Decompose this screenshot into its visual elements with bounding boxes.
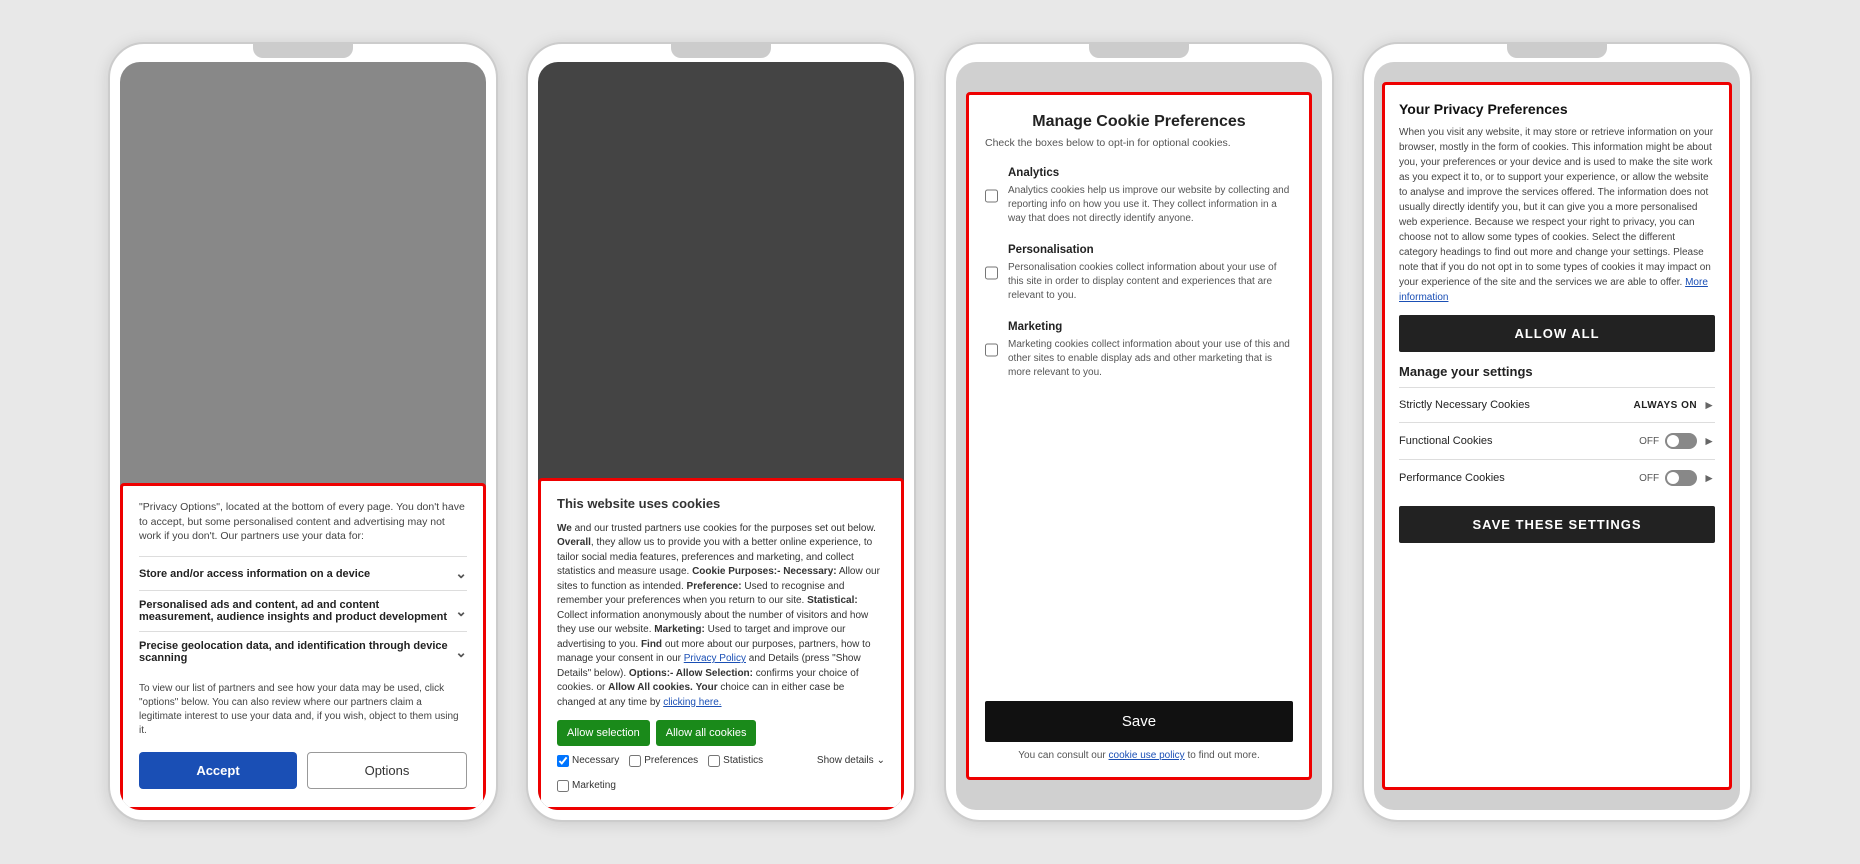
chevron-down-icon-3: ⌄ — [455, 644, 467, 661]
allow-all-cookies-button[interactable]: Allow all cookies — [656, 720, 757, 746]
consult-prefix: You can consult our — [1018, 750, 1105, 761]
functional-cookies-row[interactable]: Functional Cookies OFF ► — [1399, 422, 1715, 459]
phone4-title: Your Privacy Preferences — [1399, 101, 1715, 117]
marketing-checkbox-p3[interactable] — [985, 320, 998, 380]
preferences-label: Preferences — [644, 754, 698, 769]
phone2-checkboxes: Necessary Preferences Statistics Show de… — [557, 754, 885, 793]
performance-cookies-right: OFF ► — [1639, 470, 1715, 486]
chevron-down-icon-2: ⌄ — [455, 603, 467, 620]
phone-2: This website uses cookies We and our tru… — [526, 42, 916, 822]
phone3-dialog: Manage Cookie Preferences Check the boxe… — [966, 92, 1312, 780]
phone4-dialog: Your Privacy Preferences When you visit … — [1382, 82, 1732, 790]
analytics-desc: Analytics cookies help us improve our we… — [1008, 184, 1293, 226]
phone1-option3[interactable]: Precise geolocation data, and identifica… — [139, 631, 467, 672]
clicking-here-link[interactable]: clicking here. — [663, 697, 721, 708]
always-on-text: ALWAYS ON — [1634, 400, 1698, 411]
phone1-option1[interactable]: Store and/or access information on a dev… — [139, 556, 467, 590]
necessary-checkbox-label[interactable]: Necessary — [557, 754, 619, 769]
cookie-policy-link[interactable]: cookie use policy — [1109, 750, 1185, 761]
show-details-label: Show details — [817, 754, 874, 769]
save-settings-button[interactable]: SAVE THESE SETTINGS — [1399, 506, 1715, 543]
phone1-option2-label: Personalised ads and content, ad and con… — [139, 599, 455, 623]
chevron-down-icon-1: ⌄ — [455, 565, 467, 582]
phone-1: "Privacy Options", located at the bottom… — [108, 42, 498, 822]
manage-settings-title: Manage your settings — [1399, 364, 1715, 379]
marketing-text: Marketing Marketing cookies collect info… — [1008, 317, 1293, 380]
privacy-policy-link[interactable]: Privacy Policy — [684, 653, 746, 664]
phone1-option3-label: Precise geolocation data, and identifica… — [139, 640, 455, 664]
personalisation-desc: Personalisation cookies collect informat… — [1008, 261, 1293, 303]
chevron-right-icon-2: ► — [1703, 434, 1715, 448]
phone2-title: This website uses cookies — [557, 495, 885, 514]
personalisation-text: Personalisation Personalisation cookies … — [1008, 240, 1293, 303]
phone1-intro: "Privacy Options", located at the bottom… — [139, 500, 467, 544]
phone3-subtitle: Check the boxes below to opt-in for opti… — [985, 137, 1293, 149]
analytics-text: Analytics Analytics cookies help us impr… — [1008, 163, 1293, 226]
phone-notch-3 — [1089, 44, 1189, 58]
phone4-desc: When you visit any website, it may store… — [1399, 125, 1715, 305]
functional-cookies-label: Functional Cookies — [1399, 435, 1493, 447]
phone1-option1-label: Store and/or access information on a dev… — [139, 568, 370, 580]
marketing-checkbox[interactable] — [557, 780, 569, 792]
phone-notch-1 — [253, 44, 353, 58]
save-button[interactable]: Save — [985, 701, 1293, 742]
statistics-checkbox[interactable] — [708, 755, 720, 767]
options-button[interactable]: Options — [307, 752, 467, 789]
show-details[interactable]: Show details ⌄ — [817, 754, 885, 769]
phone-4: Your Privacy Preferences When you visit … — [1362, 42, 1752, 822]
personalisation-checkbox[interactable] — [985, 243, 998, 303]
phone3-title: Manage Cookie Preferences — [985, 113, 1293, 131]
more-information-link[interactable]: More information — [1399, 277, 1708, 303]
phone1-footer-text: To view our list of partners and see how… — [139, 682, 467, 738]
personalisation-label: Personalisation — [1008, 244, 1094, 256]
marketing-desc-p3: Marketing cookies collect information ab… — [1008, 338, 1293, 380]
analytics-checkbox[interactable] — [985, 166, 998, 226]
statistics-label: Statistics — [723, 754, 763, 769]
preferences-checkbox[interactable] — [629, 755, 641, 767]
accept-button[interactable]: Accept — [139, 752, 297, 789]
analytics-label: Analytics — [1008, 167, 1059, 179]
consult-suffix: to find out more. — [1187, 750, 1259, 761]
phone-3: Manage Cookie Preferences Check the boxe… — [944, 42, 1334, 822]
marketing-option: Marketing Marketing cookies collect info… — [985, 317, 1293, 380]
preferences-checkbox-label[interactable]: Preferences — [629, 754, 698, 769]
functional-off-label: OFF — [1639, 436, 1659, 447]
phone1-screen: "Privacy Options", located at the bottom… — [120, 62, 486, 810]
strictly-necessary-right: ALWAYS ON ► — [1634, 398, 1715, 412]
statistics-checkbox-label[interactable]: Statistics — [708, 754, 763, 769]
phone4-screen: Your Privacy Preferences When you visit … — [1374, 62, 1740, 810]
allow-selection-button[interactable]: Allow selection — [557, 720, 650, 746]
personalisation-option: Personalisation Personalisation cookies … — [985, 240, 1293, 303]
marketing-label-p3: Marketing — [1008, 321, 1062, 333]
necessary-label: Necessary — [572, 754, 619, 769]
functional-cookies-right: OFF ► — [1639, 433, 1715, 449]
chevron-right-icon-3: ► — [1703, 471, 1715, 485]
phone2-action-buttons: Allow selection Allow all cookies — [557, 720, 885, 746]
phone1-option2[interactable]: Personalised ads and content, ad and con… — [139, 590, 467, 631]
allow-all-button[interactable]: ALLOW ALL — [1399, 315, 1715, 352]
chevron-down-icon-show: ⌄ — [877, 754, 885, 769]
phone2-body: We and our trusted partners use cookies … — [557, 522, 885, 711]
performance-cookies-row[interactable]: Performance Cookies OFF ► — [1399, 459, 1715, 496]
performance-cookies-label: Performance Cookies — [1399, 472, 1505, 484]
phone1-buttons: Accept Options — [139, 752, 467, 789]
functional-toggle[interactable] — [1665, 433, 1697, 449]
phone-notch-2 — [671, 44, 771, 58]
strictly-necessary-label: Strictly Necessary Cookies — [1399, 399, 1530, 411]
phone1-dialog: "Privacy Options", located at the bottom… — [120, 483, 486, 810]
strictly-necessary-row[interactable]: Strictly Necessary Cookies ALWAYS ON ► — [1399, 387, 1715, 422]
phone3-consult-text: You can consult our cookie use policy to… — [985, 750, 1293, 761]
marketing-label: Marketing — [572, 779, 616, 794]
performance-off-label: OFF — [1639, 473, 1659, 484]
necessary-checkbox[interactable] — [557, 755, 569, 767]
phone2-screen: This website uses cookies We and our tru… — [538, 62, 904, 810]
phone-notch-4 — [1507, 44, 1607, 58]
phone3-screen: Manage Cookie Preferences Check the boxe… — [956, 62, 1322, 810]
marketing-checkbox-label[interactable]: Marketing — [557, 779, 616, 794]
chevron-right-icon-1: ► — [1703, 398, 1715, 412]
performance-toggle[interactable] — [1665, 470, 1697, 486]
analytics-option: Analytics Analytics cookies help us impr… — [985, 163, 1293, 226]
phone2-dialog: This website uses cookies We and our tru… — [538, 478, 904, 810]
